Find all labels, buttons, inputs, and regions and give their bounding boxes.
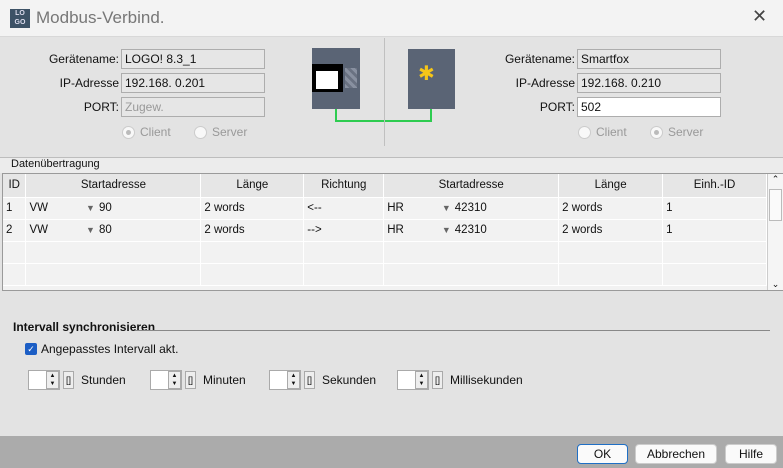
col-startadresse-remote[interactable]: Startadresse	[383, 174, 560, 198]
col-unit-id[interactable]: Einh.-ID	[662, 174, 767, 198]
logo-device-icon	[312, 48, 360, 109]
radio-icon	[194, 125, 207, 139]
scroll-thumb[interactable]	[769, 189, 782, 221]
area-value: VW	[29, 202, 49, 214]
left-port-label: PORT:	[83, 100, 119, 114]
cell-remote-length[interactable]: 2 words	[558, 197, 664, 220]
seconds-label: Sekunden	[322, 373, 377, 387]
left-ip-field[interactable]: 192.168. 0.201	[121, 73, 265, 93]
scroll-up-icon[interactable]: ⌃	[768, 174, 783, 185]
dropdown-arrow-icon[interactable]: ▼	[86, 225, 95, 235]
minutes-spinner[interactable]: 0▲▼[]Minuten	[150, 370, 246, 390]
table-scrollbar[interactable]: ⌃ ⌄	[767, 174, 783, 290]
cancel-button[interactable]: Abbrechen	[635, 444, 717, 464]
spin-arrows-icon[interactable]: ▲ ▼	[168, 371, 181, 389]
bracket-button[interactable]: []	[304, 371, 315, 389]
cell-direction[interactable]: <--	[303, 197, 385, 220]
spin-arrows-icon[interactable]: ▲ ▼	[287, 371, 300, 389]
checkbox-checked-icon[interactable]: ✓	[25, 343, 37, 355]
table-row-empty[interactable]	[3, 263, 767, 286]
right-client-radio: Client	[578, 125, 627, 139]
col-richtung[interactable]: Richtung	[303, 174, 385, 198]
right-port-label: PORT:	[539, 100, 575, 114]
group-line	[135, 330, 770, 331]
spin-arrows-icon[interactable]: ▲ ▼	[415, 371, 428, 389]
milliseconds-label: Millisekunden	[450, 373, 523, 387]
cell-unit-id[interactable]: 1	[662, 219, 767, 242]
left-name-label: Gerätename:	[48, 52, 119, 66]
right-ip-field[interactable]: 192.168. 0.210	[577, 73, 721, 93]
table-row[interactable]: 1 VW ▼ 90 2 words <-- HR ▼ 42310 2 words 1	[3, 197, 767, 220]
milliseconds-spinner[interactable]: 0▲▼[]Millisekunden	[397, 370, 523, 390]
cell-id: 2	[3, 219, 27, 242]
left-client-radio: Client	[122, 125, 171, 139]
cell-remote-address[interactable]: HR ▼ 42310	[383, 219, 560, 242]
radio-selected-icon	[650, 125, 663, 139]
cell-start-address[interactable]: VW ▼ 90	[25, 197, 202, 220]
table-header: ID Startadresse Länge Richtung Startadre…	[3, 174, 767, 198]
cell-direction[interactable]: -->	[303, 219, 385, 242]
right-port-field[interactable]: 502	[577, 97, 721, 117]
cell-id: 1	[3, 197, 27, 220]
cell-unit-id[interactable]: 1	[662, 197, 767, 220]
ok-button[interactable]: OK	[577, 444, 628, 464]
bracket-button[interactable]: []	[63, 371, 74, 389]
spin-arrows-icon[interactable]: ▲ ▼	[46, 371, 59, 389]
smartfox-device-icon: ✱	[408, 49, 455, 109]
radio-label: Client	[596, 125, 627, 139]
right-name-label: Gerätename:	[504, 52, 575, 66]
col-laenge-remote[interactable]: Länge	[558, 174, 664, 198]
right-server-radio: Server	[650, 125, 703, 139]
minutes-label: Minuten	[203, 373, 246, 387]
left-port-field: Zugew.	[121, 97, 265, 117]
right-device-name-field[interactable]: Smartfox	[577, 49, 721, 69]
close-icon[interactable]: ✕	[752, 6, 767, 27]
radio-selected-icon	[122, 125, 135, 139]
dropdown-arrow-icon[interactable]: ▼	[86, 203, 95, 213]
address-value: 42310	[454, 202, 487, 214]
left-ip-label: IP-Adresse	[59, 76, 119, 90]
section-title-transfer: Datenübertragung	[0, 157, 783, 173]
cell-remote-length[interactable]: 2 words	[558, 219, 664, 242]
cell-length[interactable]: 2 words	[200, 219, 305, 242]
scroll-down-icon[interactable]: ⌄	[768, 279, 783, 290]
bracket-button[interactable]: []	[432, 371, 443, 389]
address-value: 42310	[454, 224, 487, 236]
left-device-name-field[interactable]: LOGO! 8.3_1	[121, 49, 265, 69]
table-row-empty[interactable]	[3, 241, 767, 264]
connection-line	[335, 109, 432, 122]
col-startadresse[interactable]: Startadresse	[25, 174, 202, 198]
divider	[384, 38, 385, 146]
radio-icon	[578, 125, 591, 139]
col-laenge[interactable]: Länge	[200, 174, 305, 198]
cell-start-address[interactable]: VW ▼ 80	[25, 219, 202, 242]
window-title: Modbus-Verbind.	[36, 8, 165, 27]
seconds-spinner[interactable]: 1▲▼[]Sekunden	[269, 370, 376, 390]
app-logo-icon: LO GO	[10, 9, 30, 28]
col-id[interactable]: ID	[3, 174, 27, 198]
left-server-radio: Server	[194, 125, 247, 139]
right-ip-label: IP-Adresse	[515, 76, 575, 90]
help-button[interactable]: Hilfe	[725, 444, 777, 464]
transfer-table: ID Startadresse Länge Richtung Startadre…	[3, 174, 767, 286]
dropdown-arrow-icon[interactable]: ▼	[442, 225, 451, 235]
dropdown-arrow-icon[interactable]: ▼	[442, 203, 451, 213]
address-value: 90	[98, 202, 112, 214]
radio-label: Server	[212, 125, 248, 139]
area-value: VW	[29, 224, 49, 236]
radio-label: Server	[668, 125, 704, 139]
hours-spinner[interactable]: 0▲▼[]Stunden	[28, 370, 126, 390]
radio-label: Client	[140, 125, 171, 139]
custom-interval-label[interactable]: Angepasstes Intervall akt.	[41, 342, 178, 356]
area-value: HR	[387, 224, 404, 236]
address-value: 80	[98, 224, 112, 236]
cell-remote-address[interactable]: HR ▼ 42310	[383, 197, 560, 220]
hours-label: Stunden	[81, 373, 126, 387]
table-row[interactable]: 2 VW ▼ 80 2 words --> HR ▼ 42310 2 words 1	[3, 219, 767, 242]
bracket-button[interactable]: []	[185, 371, 196, 389]
area-value: HR	[387, 202, 404, 214]
cell-length[interactable]: 2 words	[200, 197, 305, 220]
interval-title: Intervall synchronisieren	[13, 320, 156, 334]
